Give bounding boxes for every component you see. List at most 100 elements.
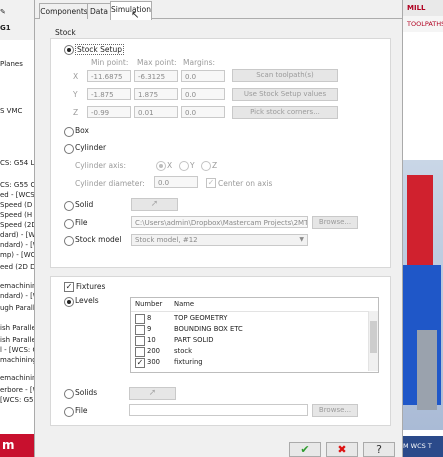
level-checkbox[interactable] [135, 325, 145, 335]
fixtures-checkbox[interactable]: ✓ [64, 282, 74, 292]
stock-model-dropdown[interactable]: Stock model, #12 ▼ [131, 234, 308, 246]
cylinder-axis-y-radio[interactable] [179, 161, 189, 171]
background-tree-line: ed - [WCS: G [0, 191, 34, 199]
tab-data[interactable]: Data [87, 3, 111, 19]
level-checkbox[interactable] [135, 347, 145, 357]
help-button[interactable]: ? [363, 442, 395, 457]
background-status-bar: M WCS T [401, 436, 443, 457]
cylinder-axis-y-label: Y [190, 161, 195, 170]
box-label: Box [75, 126, 89, 135]
stock-model-radio[interactable] [64, 236, 74, 246]
min-x-field[interactable]: -11.6875 [87, 70, 131, 82]
background-tree-line: [WCS: G56 [0, 396, 34, 404]
tab-components[interactable]: Components [39, 3, 89, 19]
cylinder-diameter-label: Cylinder diameter: [75, 179, 145, 188]
levels-list: Number Name 8 TOP GEOMETRY 9 BOUNDING BO… [130, 297, 379, 373]
level-row[interactable]: 8 TOP GEOMETRY [131, 313, 367, 324]
max-y-field[interactable]: 1.875 [134, 88, 178, 100]
cylinder-axis-label: Cylinder axis: [75, 161, 126, 170]
pick-stock-corners-button[interactable]: Pick stock corners... [232, 106, 338, 119]
background-tree-line: ndard) - [W [0, 292, 34, 300]
max-point-header: Max point: [137, 58, 177, 67]
fixtures-label: Fixtures [76, 282, 106, 291]
scan-toolpaths-button[interactable]: Scan toolpath(s) [232, 69, 338, 82]
level-name: BOUNDING BOX ETC [174, 325, 243, 333]
fixture-file-label: File [75, 406, 88, 415]
min-z-field[interactable]: -0.99 [87, 106, 131, 118]
level-row[interactable]: ✓ 300 fixturing [131, 357, 367, 368]
min-y-field[interactable]: -1.875 [87, 88, 131, 100]
stock-file-path-field[interactable]: C:\Users\admin\Dropbox\Mastercam Project… [131, 216, 308, 228]
background-tree-line: Speed (D [0, 201, 33, 209]
levels-scrollbar[interactable] [368, 311, 378, 371]
scrollbar-thumb[interactable] [370, 321, 377, 353]
background-top-label: G1 [0, 24, 11, 32]
background-tree-line: Speed (2D [0, 221, 34, 229]
axis-y-label: Y [73, 90, 78, 99]
file-radio[interactable] [64, 219, 74, 229]
background-tree-line: Planes [0, 60, 23, 68]
level-row[interactable]: 10 PART SOLID [131, 335, 367, 346]
cylinder-radio[interactable] [64, 144, 74, 154]
use-stock-setup-values-button[interactable]: Use Stock Setup values [232, 88, 338, 101]
level-checkbox[interactable] [135, 314, 145, 324]
background-icon: ✎ [0, 8, 6, 16]
background-tree-line: S VMC [0, 107, 23, 115]
background-ribbon-subtab: TOOLPATHS [401, 16, 443, 32]
stock-panel: Stock Setup Min point: Max point: Margin… [50, 38, 391, 268]
ok-button[interactable]: ✔ [289, 442, 321, 457]
background-tree-line: erbore - [W [0, 386, 34, 394]
stock-file-browse-button[interactable]: Browse... [312, 216, 358, 229]
fixture-file-browse-button[interactable]: Browse... [312, 404, 358, 417]
fixture-file-radio[interactable] [64, 407, 74, 417]
stock-setup-radio[interactable] [64, 45, 74, 55]
level-checkbox[interactable]: ✓ [135, 358, 145, 368]
axis-x-label: X [73, 72, 79, 81]
max-x-field[interactable]: -6.3125 [134, 70, 178, 82]
background-tree-line: ugh Paralle [0, 304, 34, 312]
cylinder-axis-z-label: Z [212, 161, 218, 170]
select-solids-button[interactable]: ➚ [129, 387, 176, 400]
margin-y-field[interactable]: 0.0 [181, 88, 225, 100]
min-point-header: Min point: [91, 58, 129, 67]
level-name: TOP GEOMETRY [174, 314, 228, 322]
solids-radio[interactable] [64, 389, 74, 399]
background-clamp-model [417, 330, 437, 410]
cylinder-axis-x-radio[interactable] [156, 161, 166, 171]
margin-z-field[interactable]: 0.0 [181, 106, 225, 118]
background-tree-line: ndard) - [W [0, 241, 34, 249]
background-tree-line: Speed (H [0, 211, 33, 219]
box-radio[interactable] [64, 127, 74, 137]
machine-group-properties-dialog: Components Data Simulation ↖ Stock Stock… [34, 0, 403, 457]
level-checkbox[interactable] [135, 336, 145, 346]
level-row[interactable]: 200 stock [131, 346, 367, 357]
background-tree-line: dard) - [W [0, 231, 34, 239]
level-number: 10 [147, 336, 156, 344]
mouse-cursor-icon: ↖ [131, 10, 140, 21]
check-icon: ✔ [300, 443, 310, 456]
select-solid-button[interactable]: ➚ [131, 198, 178, 211]
solid-radio[interactable] [64, 201, 74, 211]
background-tree-line: mp) - [WCS [0, 251, 34, 259]
stock-setup-label: Stock Setup [75, 44, 124, 55]
background-tree-line: emachining [0, 374, 34, 382]
cylinder-label: Cylinder [75, 143, 107, 152]
fixture-file-field[interactable] [129, 404, 308, 416]
level-name: stock [174, 347, 193, 355]
cancel-button[interactable]: ✖ [326, 442, 358, 457]
level-number: 9 [147, 325, 152, 333]
levels-label: Levels [75, 296, 99, 305]
cylinder-axis-x-label: X [167, 161, 173, 170]
center-on-axis-checkbox[interactable]: ✓ [206, 178, 216, 188]
cylinder-axis-z-radio[interactable] [201, 161, 211, 171]
levels-radio[interactable] [64, 297, 74, 307]
axis-z-label: Z [73, 108, 79, 117]
level-row[interactable]: 9 BOUNDING BOX ETC [131, 324, 367, 335]
cylinder-diameter-field[interactable]: 0.0 [154, 176, 198, 188]
chevron-down-icon: ▼ [299, 236, 304, 243]
margin-x-field[interactable]: 0.0 [181, 70, 225, 82]
solids-label: Solids [75, 388, 98, 397]
level-number: 8 [147, 314, 152, 322]
background-logo: m [0, 434, 34, 457]
max-z-field[interactable]: 0.01 [134, 106, 178, 118]
